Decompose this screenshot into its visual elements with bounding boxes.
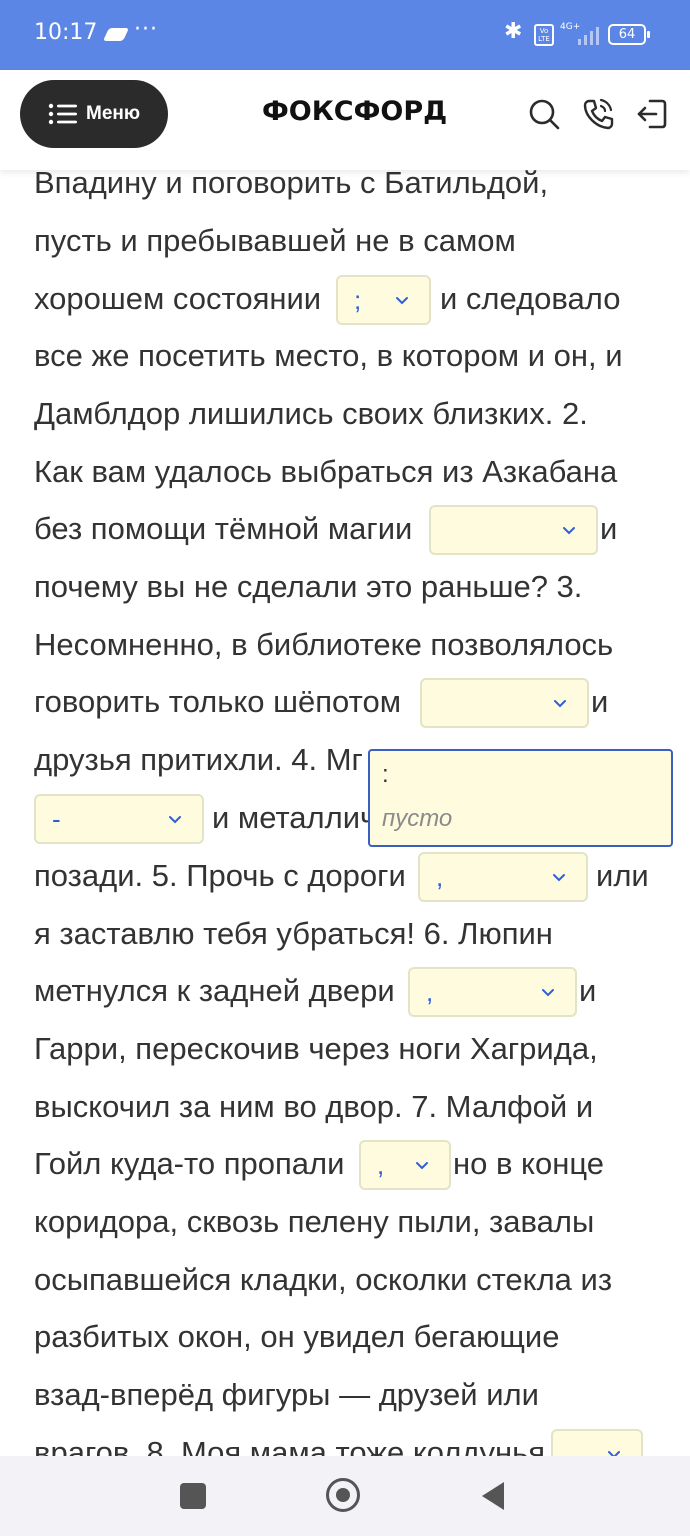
bluetooth-icon: ✱ bbox=[504, 19, 523, 44]
dropdown-options-popup: : пусто bbox=[368, 749, 673, 847]
dropdown-value: , bbox=[436, 862, 444, 892]
chevron-down-icon bbox=[396, 297, 408, 305]
text-line: без помощи тёмной магии bbox=[34, 511, 413, 546]
phone-icon[interactable] bbox=[580, 96, 616, 132]
logo[interactable]: ФОКСФОРД bbox=[262, 96, 447, 127]
text-line: говорить только шёпотом bbox=[34, 684, 402, 719]
chevron-down-icon bbox=[608, 1451, 620, 1456]
text-line: или bbox=[596, 858, 649, 893]
menu-icon bbox=[48, 103, 77, 125]
chevron-down-icon bbox=[169, 816, 181, 824]
dropdown-value: - bbox=[52, 804, 61, 834]
text-line: и bbox=[579, 973, 597, 1008]
dropdown-value: ; bbox=[354, 285, 362, 315]
system-nav-bar bbox=[0, 1456, 690, 1536]
punctuation-dropdown[interactable] bbox=[420, 678, 589, 728]
punctuation-dropdown[interactable]: , bbox=[359, 1140, 451, 1190]
dropdown-value: , bbox=[426, 977, 434, 1007]
volte-icon: Vo LTE bbox=[534, 24, 554, 46]
text-line: друзья притихли. 4. Мг bbox=[34, 742, 363, 777]
text-line: выскочил за ним во двор. 7. Малфой и bbox=[34, 1089, 594, 1124]
text-line: и bbox=[600, 511, 618, 546]
text-line: позади. 5. Прочь с дороги bbox=[34, 858, 406, 893]
chevron-down-icon bbox=[553, 874, 565, 882]
text-line: Несомненно, в библиотеке позволялось bbox=[34, 627, 614, 662]
text-line: врагов. 8. Моя мама тоже колдунья bbox=[34, 1435, 546, 1456]
signal-icon bbox=[578, 25, 602, 45]
text-line: Гойл куда-то пропали bbox=[34, 1146, 345, 1181]
menu-label: Меню bbox=[86, 103, 141, 124]
punctuation-dropdown[interactable]: - bbox=[34, 794, 204, 844]
text-line: я заставлю тебя убраться! 6. Люпин bbox=[34, 916, 553, 951]
more-notifications-icon: ··· bbox=[134, 17, 158, 42]
dropdown-value: , bbox=[377, 1150, 385, 1180]
chevron-down-icon bbox=[542, 989, 554, 997]
text-line: почему вы не сделали это раньше? 3. bbox=[34, 569, 583, 604]
status-time: 10:17 bbox=[34, 20, 98, 45]
punctuation-dropdown[interactable]: , bbox=[418, 852, 588, 902]
text-line: Дамблдор лишились своих близких. 2. bbox=[34, 396, 588, 431]
text-line: и металлич bbox=[212, 800, 377, 835]
punctuation-dropdown[interactable]: ; bbox=[336, 275, 431, 325]
text-line: все же посетить место, в котором и он, и bbox=[34, 338, 623, 373]
text-line: разбитых окон, он увидел бегающие bbox=[34, 1319, 560, 1354]
status-bar: 10:17 ··· ✱ Vo LTE 4G+ 64 bbox=[0, 0, 690, 70]
app-header: Меню ФОКСФОРД bbox=[0, 70, 690, 170]
text-line: Гарри, перескочив через ноги Хагрида, bbox=[34, 1031, 598, 1066]
option-empty[interactable]: пусто bbox=[382, 805, 452, 833]
menu-button[interactable]: Меню bbox=[20, 80, 168, 148]
text-line: осыпавшейся кладки, осколки стекла из bbox=[34, 1262, 613, 1297]
text-line: метнулся к задней двери bbox=[34, 973, 395, 1008]
recent-apps-icon[interactable] bbox=[180, 1483, 206, 1509]
text-line: Как вам удалось выбраться из Азкабана bbox=[34, 454, 618, 489]
chevron-down-icon bbox=[554, 700, 566, 708]
text-line: взад-вперёд фигуры — друзей или bbox=[34, 1377, 539, 1412]
text-line: но в конце bbox=[453, 1146, 604, 1181]
text-line: и следовало bbox=[440, 281, 621, 316]
text-line: пусть и пребывавшей не в самом bbox=[34, 223, 516, 258]
text-line: Впадину и поговорить с Батильдой, bbox=[34, 170, 549, 200]
battery-level: 64 bbox=[618, 27, 636, 42]
chevron-down-icon bbox=[416, 1162, 428, 1170]
text-line: и bbox=[591, 684, 609, 719]
option-colon[interactable]: : bbox=[382, 761, 389, 789]
search-icon[interactable] bbox=[526, 96, 562, 132]
punctuation-dropdown[interactable] bbox=[551, 1429, 643, 1456]
text-line: коридора, сквозь пелену пыли, завалы bbox=[34, 1204, 595, 1239]
chevron-down-icon bbox=[563, 527, 575, 535]
back-icon[interactable] bbox=[482, 1482, 504, 1510]
battery-icon: 64 bbox=[608, 24, 650, 45]
notification-icon bbox=[102, 28, 130, 41]
text-line: хорошем состоянии bbox=[34, 281, 322, 316]
punctuation-dropdown[interactable] bbox=[429, 505, 598, 555]
home-icon[interactable] bbox=[326, 1478, 360, 1512]
punctuation-dropdown[interactable]: , bbox=[408, 967, 577, 1017]
logout-icon[interactable] bbox=[634, 96, 670, 132]
exercise-text: Впадину и поговорить с Батильдой, пусть … bbox=[0, 170, 690, 1456]
